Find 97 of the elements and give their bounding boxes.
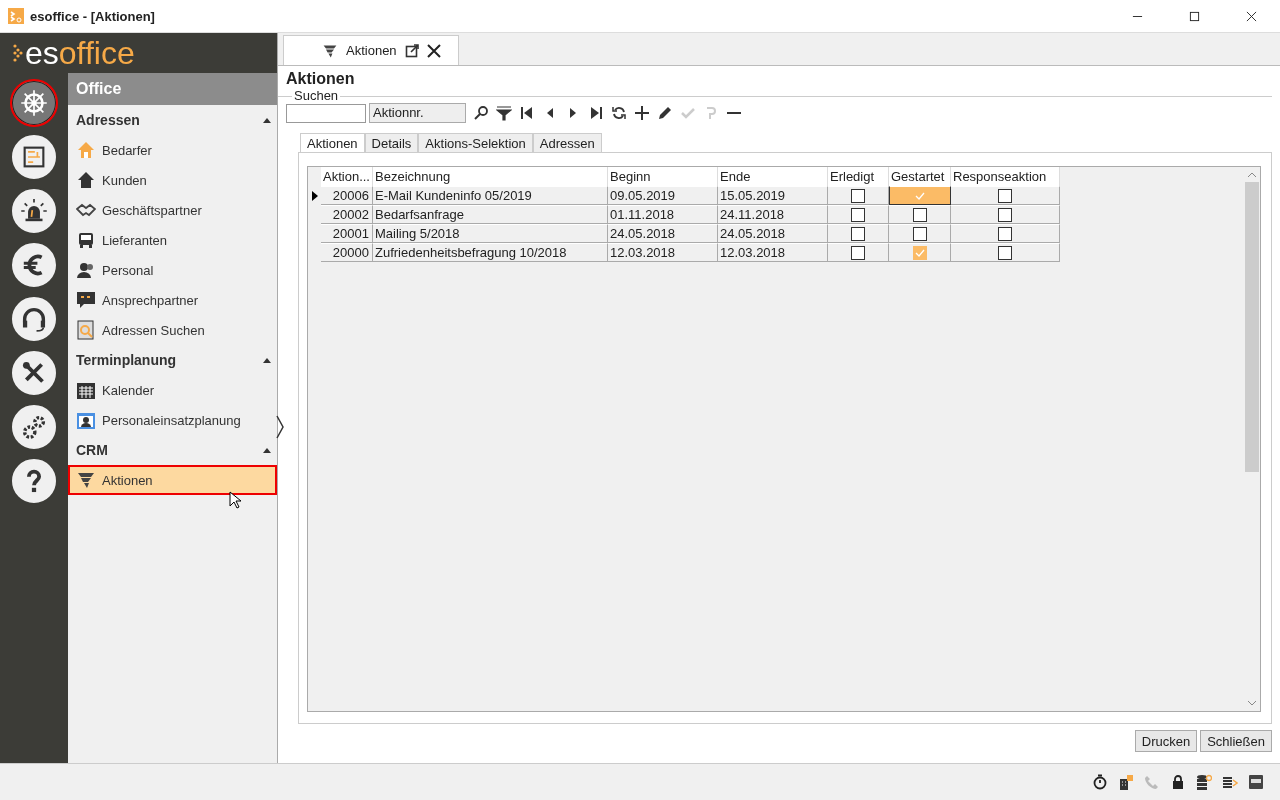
- print-button[interactable]: Drucken: [1134, 730, 1198, 752]
- search-icon[interactable]: [473, 105, 489, 121]
- column-header[interactable]: Bezeichnung: [373, 167, 608, 186]
- section-title: Terminplanung: [76, 352, 177, 368]
- first-record-icon[interactable]: [519, 105, 535, 121]
- sidebar-item[interactable]: Lieferanten: [68, 225, 277, 255]
- table-cell: E-Mail Kundeninfo 05/2019: [373, 186, 608, 205]
- page-title: Aktionen: [286, 70, 356, 88]
- table-cell: 15.05.2019: [718, 186, 828, 205]
- search-field[interactable]: [286, 103, 366, 123]
- house-icon: [76, 170, 96, 190]
- close-icon[interactable]: [1246, 10, 1257, 22]
- table-cell: 20000: [321, 243, 373, 262]
- esoffice-logo: esoffice: [0, 33, 277, 73]
- collapse-icon[interactable]: [263, 357, 271, 363]
- checkbox[interactable]: [912, 226, 927, 241]
- checkbox[interactable]: [851, 245, 865, 260]
- table-cell: Bedarfsanfrage: [373, 205, 608, 224]
- maximize-icon[interactable]: [1189, 10, 1200, 22]
- truck-icon: [76, 230, 96, 250]
- table-cell: 01.11.2018: [608, 205, 718, 224]
- lock-icon[interactable]: [1170, 774, 1186, 790]
- speech-bubble-icon: [76, 290, 96, 310]
- search-column-field[interactable]: Aktionnr.: [369, 103, 466, 123]
- tornado-icon: [322, 42, 338, 59]
- table-cell: 20002: [321, 205, 373, 224]
- app-logo-icon: [8, 8, 24, 24]
- ship-wheel-icon[interactable]: [10, 79, 58, 127]
- sidebar-header: Office: [68, 73, 277, 105]
- table-cell: Zufriedenheitsbefragung 10/2018: [373, 243, 608, 262]
- tab[interactable]: Aktions-Selektion: [418, 133, 533, 153]
- filter-icon[interactable]: [496, 105, 512, 121]
- sidebar-item[interactable]: Personaleinsatzplanung: [68, 405, 277, 435]
- checkbox[interactable]: [998, 188, 1012, 203]
- table-cell: 24.11.2018: [718, 205, 828, 224]
- section-title: CRM: [76, 442, 108, 458]
- group-label: Suchen: [292, 88, 341, 103]
- checkbox[interactable]: [998, 245, 1012, 260]
- database-icon[interactable]: [1196, 774, 1212, 790]
- tab[interactable]: Details: [364, 133, 419, 153]
- sidebar-item[interactable]: Kalender: [68, 375, 277, 405]
- scroll-down-icon[interactable]: [1248, 701, 1256, 706]
- row-pointer-icon: [311, 190, 318, 201]
- table-cell: 20001: [321, 224, 373, 243]
- table-cell: 12.03.2018: [718, 243, 828, 262]
- sidebar-item[interactable]: Kunden: [68, 165, 277, 195]
- collapse-icon[interactable]: [263, 447, 271, 453]
- sidebar-item[interactable]: Geschäftspartner: [68, 195, 277, 225]
- column-header[interactable]: Aktion...: [321, 167, 373, 186]
- close-icon[interactable]: [426, 43, 441, 58]
- checkbox[interactable]: [912, 207, 927, 222]
- checkbox[interactable]: [998, 207, 1012, 222]
- table-cell: 24.05.2018: [608, 224, 718, 243]
- stopwatch-icon[interactable]: [1092, 774, 1108, 790]
- close-button[interactable]: Schließen: [1200, 730, 1272, 752]
- tornado-icon: [76, 470, 96, 490]
- sidebar-item[interactable]: Adressen Suchen: [68, 315, 277, 345]
- tab[interactable]: Adressen: [532, 133, 602, 153]
- sidebar-item[interactable]: Bedarfer: [68, 135, 277, 165]
- table-cell: 20006: [321, 186, 373, 205]
- section-title: Adressen: [76, 112, 140, 128]
- table-cell: 09.05.2019: [608, 186, 718, 205]
- checkbox[interactable]: [851, 226, 865, 241]
- window-title: esoffice - [Aktionen]: [30, 8, 155, 24]
- table-cell: 24.05.2018: [718, 224, 828, 243]
- magnifier-icon: [76, 320, 96, 340]
- scroll-up-icon[interactable]: [1248, 172, 1256, 177]
- pencil-icon[interactable]: [657, 105, 673, 121]
- sidebar-item[interactable]: Ansprechpartner: [68, 285, 277, 315]
- sidebar-item[interactable]: Aktionen: [68, 465, 277, 495]
- pop-out-icon[interactable]: [404, 43, 419, 58]
- calendar-person-icon: [76, 410, 96, 430]
- last-record-icon[interactable]: [588, 105, 604, 121]
- column-header[interactable]: Beginn: [608, 167, 718, 186]
- table-cell: 12.03.2018: [608, 243, 718, 262]
- people-icon: [76, 260, 96, 280]
- checkbox[interactable]: [851, 207, 865, 222]
- collapse-icon[interactable]: [263, 117, 271, 123]
- tab[interactable]: Aktionen: [300, 133, 365, 153]
- house-icon: [76, 140, 96, 160]
- table-cell: Mailing 5/2018: [373, 224, 608, 243]
- checkbox[interactable]: [998, 226, 1012, 241]
- column-header[interactable]: Ende: [718, 167, 828, 186]
- column-header[interactable]: Responseaktion: [951, 167, 1060, 186]
- sidebar-item[interactable]: Personal: [68, 255, 277, 285]
- list-arrow-icon[interactable]: [1222, 774, 1238, 790]
- checkbox[interactable]: [851, 188, 865, 203]
- column-header[interactable]: Erledigt: [828, 167, 889, 186]
- chevron-right-icon[interactable]: [275, 415, 285, 439]
- calendar-icon: [76, 380, 96, 400]
- column-header[interactable]: Gestartet: [889, 167, 951, 186]
- mouse-cursor-icon: [229, 491, 241, 509]
- add-icon[interactable]: [634, 105, 650, 121]
- refresh-icon[interactable]: [611, 105, 627, 121]
- building-icon[interactable]: [1118, 774, 1134, 790]
- sql-server-icon[interactable]: [1248, 774, 1264, 790]
- document-tab[interactable]: Aktionen: [283, 35, 459, 65]
